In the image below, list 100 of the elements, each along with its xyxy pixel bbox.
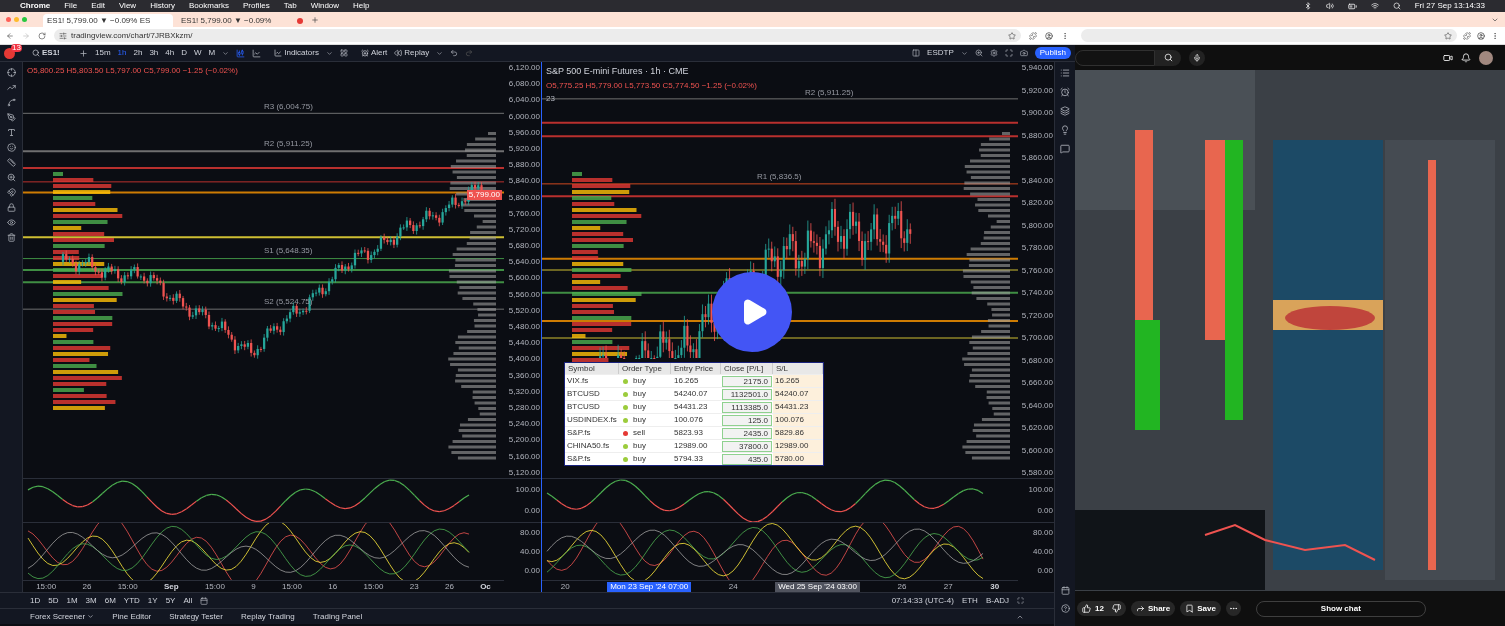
price-axis-label: 5,520.00 [507, 305, 541, 315]
interval-button[interactable]: 3h [149, 47, 159, 59]
menu-item[interactable]: Bookmarks [189, 1, 230, 11]
column-header: Symbol [565, 363, 619, 374]
price-axis-label: 5,280.00 [507, 402, 541, 412]
share-button[interactable]: Share [1130, 601, 1176, 616]
range-button[interactable]: 5D [48, 594, 59, 607]
save-button[interactable]: Save [1180, 601, 1221, 616]
range-button[interactable]: 1Y [147, 594, 158, 607]
price-axis-label: 5,660.00 [1020, 378, 1054, 387]
like-count: 12 [1095, 602, 1104, 615]
layout-name-button[interactable]: ESDTP [927, 47, 954, 59]
menu-item[interactable]: Window [310, 1, 340, 11]
menu-item[interactable]: Profiles [243, 1, 270, 11]
interval-button[interactable]: 4h [165, 47, 175, 59]
interval-button[interactable]: 1h [117, 47, 127, 59]
table-cell: 5829.86 [773, 427, 823, 439]
price-axis-label: 5,440.00 [507, 338, 541, 348]
price-axis-label: 5,840.00 [507, 176, 541, 186]
range-button[interactable]: All [183, 594, 193, 607]
price-axis-label: 6,120.00 [507, 63, 541, 72]
range-button[interactable]: 1M [66, 594, 78, 607]
range-button[interactable]: 1D [30, 594, 41, 607]
panel-tab[interactable]: Replay Trading [240, 610, 295, 623]
menu-item[interactable]: History [150, 1, 175, 11]
interval-button[interactable]: 2h [133, 47, 143, 59]
panel-tab[interactable]: Trading Panel [312, 610, 363, 623]
close-button[interactable]: 2175.0 [722, 375, 772, 387]
time-axis-label: 24 [728, 581, 738, 592]
address-field[interactable]: tradingview.com/chart/7JRBXkzm/ [54, 29, 1021, 42]
symbol-search[interactable]: ES1! [32, 47, 72, 59]
price-axis-label: 5,760.00 [1020, 265, 1054, 275]
table-cell: 12989.00 [773, 440, 823, 452]
like-dislike-button[interactable]: 12 [1077, 601, 1126, 616]
panel-tab[interactable]: Pine Editor [112, 610, 152, 623]
notification-badge: 13 [11, 43, 22, 52]
table-cell-text: 100.076 [673, 414, 704, 426]
browser-tab[interactable]: ES1! 5,799.00 ▼ −0.09% ES [43, 14, 173, 27]
price-axis-label: 5,960.00 [507, 127, 541, 137]
table-cell: 16.265 [773, 375, 823, 387]
browser-tab[interactable]: ES1! 5,799.00 ▼ −0.09% [177, 14, 307, 27]
close-button[interactable]: 1113385.0 [722, 401, 772, 413]
range-button[interactable]: 3M [85, 594, 97, 607]
table-cell-text: BTCUSD [566, 388, 601, 400]
panel-tab[interactable]: Strategy Tester [169, 610, 223, 623]
menu-item[interactable]: Chrome [20, 1, 51, 11]
range-button[interactable]: YTD [123, 594, 140, 607]
level-label: R1 (5,836.5) [756, 172, 803, 181]
price-axis-label: 5,940.00 [1020, 63, 1054, 72]
price-axis-label: 5,600.00 [507, 273, 541, 283]
close-button[interactable]: 2435.0 [722, 427, 772, 439]
time-axis-label: Oc [480, 581, 491, 592]
replay-button[interactable]: Replay [394, 47, 430, 59]
adjustment-button[interactable]: B-ADJ [985, 594, 1009, 607]
time-axis-label: 15:00 [36, 581, 57, 592]
price-axis-label: 5,860.00 [1020, 153, 1054, 162]
interval-button[interactable]: M [208, 47, 216, 59]
time-axis-label: 26 [82, 581, 92, 592]
table-cell: sell [633, 427, 645, 439]
ohlc-values: O5,800.25 H5,803.50 L5,797.00 C5,799.00 −1.25 (−0.02%) [27, 65, 238, 77]
close-button[interactable]: 435.0 [722, 453, 772, 465]
publish-button[interactable]: Publish [1034, 47, 1071, 59]
range-button[interactable]: 5Y [165, 594, 176, 607]
panel-tab[interactable]: Forex Screener [30, 610, 95, 623]
menu-item[interactable]: View [118, 1, 137, 11]
menu-item[interactable]: Edit [91, 1, 105, 11]
table-cell-text: S&P.fs [566, 427, 592, 439]
price-axis-label: 5,800.00 [507, 192, 541, 202]
interval-button[interactable]: D [181, 47, 187, 59]
tab-title: ES1! 5,799.00 ▼ −0.09% [181, 14, 273, 27]
price-axis-label: 5,880.00 [1020, 130, 1054, 140]
close-button[interactable]: 37800.0 [722, 440, 772, 452]
close-button[interactable]: 1132501.0 [722, 388, 772, 400]
session-button[interactable]: ETH [961, 594, 978, 607]
table-cell-text: USDINDEX.fs [566, 414, 618, 426]
oscillator-axis-label: 100.00 [514, 483, 541, 496]
close-button[interactable]: 125.0 [722, 414, 772, 426]
menu-item[interactable]: Tab [283, 1, 297, 11]
alert-button[interactable]: Alert [360, 47, 388, 59]
table-cell-text: 5794.33 [673, 453, 704, 465]
price-axis-label: 6,000.00 [507, 111, 541, 121]
time-axis-label: 15:00 [117, 581, 138, 592]
price-axis-label: 5,820.00 [1020, 198, 1054, 207]
price-axis-label: 5,720.00 [507, 224, 541, 234]
table-cell: buy [633, 401, 646, 413]
table-cell-text: VIX.fs [566, 375, 590, 387]
indicators-button[interactable]: Indicators [274, 47, 319, 59]
menu-item[interactable]: Help [353, 1, 370, 11]
table-cell: buy [633, 375, 646, 387]
clock-text: 07:14:33 (UTC-4) [891, 594, 954, 607]
range-button[interactable]: 6M [104, 594, 116, 607]
table-cell: buy [633, 453, 646, 465]
chart-legend: S&P 500 E-mini Futures · 1h · CME [546, 65, 757, 79]
table-cell-text: S&P.fs [566, 453, 592, 465]
menu-item[interactable]: File [64, 1, 78, 11]
oscillator-axis-label: 100.00 [1027, 483, 1054, 496]
interval-button[interactable]: W [193, 47, 202, 59]
price-axis-label: 5,640.00 [507, 257, 541, 267]
table-cell: 100.076 [773, 414, 823, 426]
interval-button[interactable]: 15m [95, 47, 111, 59]
